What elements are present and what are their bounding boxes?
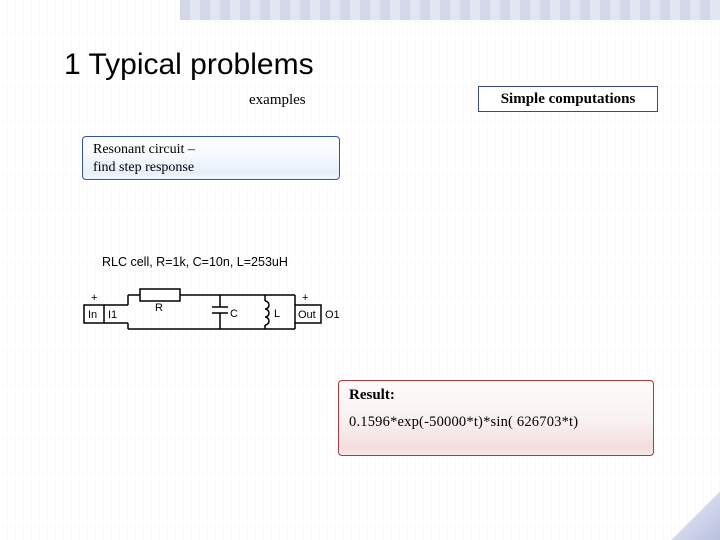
circuit-heading: RLC cell, R=1k, C=10n, L=253uH [102,255,288,269]
capacitor-label: C [230,308,238,320]
inductor-label: L [274,308,280,320]
out-port-label: Out [298,309,316,321]
slide-title: 1 Typical problems [64,48,314,82]
corner-fold-icon [660,480,720,540]
result-box: Result: 0.1596*exp(-50000*t)*sin( 626703… [338,380,654,456]
result-label: Result: [349,387,643,404]
top-accent-bar [180,0,720,20]
in-port-label: In [88,309,97,321]
out-plus-icon: + [302,292,308,304]
resistor-label: R [155,302,163,314]
out-name-label: O1 [325,309,340,321]
slide: 1 Typical problems examples Simple compu… [0,0,720,540]
result-expression: 0.1596*exp(-50000*t)*sin( 626703*t) [349,414,643,431]
in-plus-icon: + [91,292,97,304]
problem-statement-box: Resonant circuit – find step response [82,136,340,180]
simple-computations-box: Simple computations [478,86,658,112]
rlc-schematic-icon: In + I1 R C L [80,277,380,349]
problem-line-2: find step response [93,159,329,177]
circuit-diagram: RLC cell, R=1k, C=10n, L=253uH In + I1 R [80,255,380,350]
in-name-label: I1 [108,309,117,321]
problem-line-1: Resonant circuit – [93,141,329,159]
slide-subtitle: examples [249,92,306,109]
